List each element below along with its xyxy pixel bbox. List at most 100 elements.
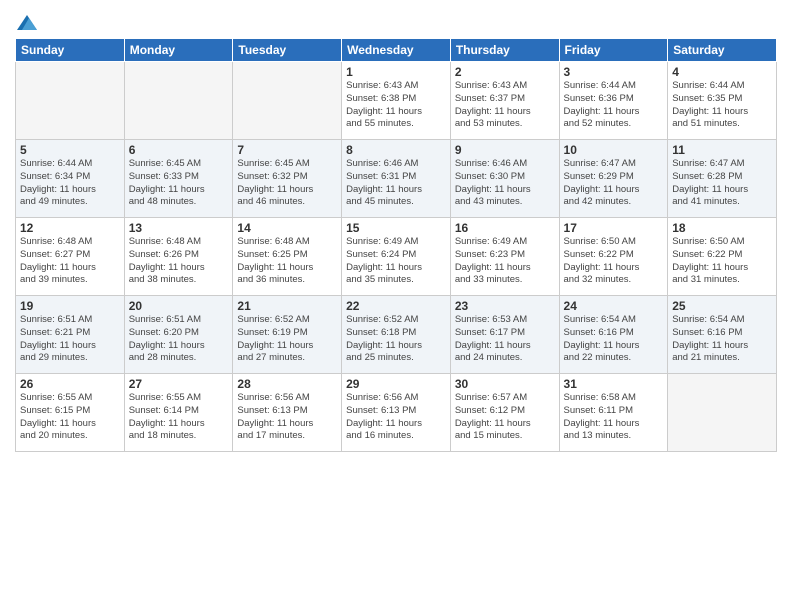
calendar-week-row: 19Sunrise: 6:51 AMSunset: 6:21 PMDayligh… [16,296,777,374]
calendar-cell: 30Sunrise: 6:57 AMSunset: 6:12 PMDayligh… [450,374,559,452]
day-info: Sunrise: 6:48 AMSunset: 6:25 PMDaylight:… [237,236,337,287]
day-info: Sunrise: 6:57 AMSunset: 6:12 PMDaylight:… [455,392,555,443]
day-number: 15 [346,221,446,235]
calendar-cell [233,62,342,140]
day-number: 19 [20,299,120,313]
day-number: 14 [237,221,337,235]
weekday-header-saturday: Saturday [668,39,777,62]
day-info: Sunrise: 6:48 AMSunset: 6:26 PMDaylight:… [129,236,229,287]
day-info: Sunrise: 6:55 AMSunset: 6:15 PMDaylight:… [20,392,120,443]
day-info: Sunrise: 6:43 AMSunset: 6:38 PMDaylight:… [346,80,446,131]
calendar-week-row: 12Sunrise: 6:48 AMSunset: 6:27 PMDayligh… [16,218,777,296]
day-number: 22 [346,299,446,313]
day-info: Sunrise: 6:56 AMSunset: 6:13 PMDaylight:… [346,392,446,443]
day-info: Sunrise: 6:48 AMSunset: 6:27 PMDaylight:… [20,236,120,287]
day-number: 24 [564,299,664,313]
calendar-cell: 12Sunrise: 6:48 AMSunset: 6:27 PMDayligh… [16,218,125,296]
day-number: 17 [564,221,664,235]
calendar-cell: 20Sunrise: 6:51 AMSunset: 6:20 PMDayligh… [124,296,233,374]
day-info: Sunrise: 6:56 AMSunset: 6:13 PMDaylight:… [237,392,337,443]
day-info: Sunrise: 6:47 AMSunset: 6:29 PMDaylight:… [564,158,664,209]
day-info: Sunrise: 6:49 AMSunset: 6:23 PMDaylight:… [455,236,555,287]
day-info: Sunrise: 6:53 AMSunset: 6:17 PMDaylight:… [455,314,555,365]
logo [15,10,37,30]
weekday-header-wednesday: Wednesday [342,39,451,62]
calendar-table: SundayMondayTuesdayWednesdayThursdayFrid… [15,38,777,452]
day-number: 8 [346,143,446,157]
weekday-header-monday: Monday [124,39,233,62]
day-info: Sunrise: 6:46 AMSunset: 6:30 PMDaylight:… [455,158,555,209]
day-number: 3 [564,65,664,79]
day-info: Sunrise: 6:47 AMSunset: 6:28 PMDaylight:… [672,158,772,209]
day-number: 4 [672,65,772,79]
day-info: Sunrise: 6:44 AMSunset: 6:36 PMDaylight:… [564,80,664,131]
day-info: Sunrise: 6:52 AMSunset: 6:19 PMDaylight:… [237,314,337,365]
calendar-cell [668,374,777,452]
calendar-cell: 24Sunrise: 6:54 AMSunset: 6:16 PMDayligh… [559,296,668,374]
day-info: Sunrise: 6:44 AMSunset: 6:34 PMDaylight:… [20,158,120,209]
calendar-week-row: 26Sunrise: 6:55 AMSunset: 6:15 PMDayligh… [16,374,777,452]
calendar-header [15,10,777,30]
weekday-header-sunday: Sunday [16,39,125,62]
day-number: 25 [672,299,772,313]
day-info: Sunrise: 6:52 AMSunset: 6:18 PMDaylight:… [346,314,446,365]
day-number: 27 [129,377,229,391]
calendar-cell: 11Sunrise: 6:47 AMSunset: 6:28 PMDayligh… [668,140,777,218]
day-info: Sunrise: 6:55 AMSunset: 6:14 PMDaylight:… [129,392,229,443]
calendar-cell: 1Sunrise: 6:43 AMSunset: 6:38 PMDaylight… [342,62,451,140]
day-info: Sunrise: 6:54 AMSunset: 6:16 PMDaylight:… [564,314,664,365]
calendar-cell: 26Sunrise: 6:55 AMSunset: 6:15 PMDayligh… [16,374,125,452]
calendar-cell: 14Sunrise: 6:48 AMSunset: 6:25 PMDayligh… [233,218,342,296]
calendar-cell: 23Sunrise: 6:53 AMSunset: 6:17 PMDayligh… [450,296,559,374]
day-number: 6 [129,143,229,157]
day-info: Sunrise: 6:50 AMSunset: 6:22 PMDaylight:… [672,236,772,287]
day-number: 12 [20,221,120,235]
calendar-cell [16,62,125,140]
calendar-cell: 18Sunrise: 6:50 AMSunset: 6:22 PMDayligh… [668,218,777,296]
day-number: 7 [237,143,337,157]
day-number: 9 [455,143,555,157]
day-info: Sunrise: 6:45 AMSunset: 6:33 PMDaylight:… [129,158,229,209]
calendar-cell: 27Sunrise: 6:55 AMSunset: 6:14 PMDayligh… [124,374,233,452]
calendar-cell: 19Sunrise: 6:51 AMSunset: 6:21 PMDayligh… [16,296,125,374]
day-number: 23 [455,299,555,313]
calendar-cell: 8Sunrise: 6:46 AMSunset: 6:31 PMDaylight… [342,140,451,218]
calendar-cell: 17Sunrise: 6:50 AMSunset: 6:22 PMDayligh… [559,218,668,296]
calendar-cell: 21Sunrise: 6:52 AMSunset: 6:19 PMDayligh… [233,296,342,374]
day-info: Sunrise: 6:51 AMSunset: 6:21 PMDaylight:… [20,314,120,365]
day-info: Sunrise: 6:44 AMSunset: 6:35 PMDaylight:… [672,80,772,131]
day-info: Sunrise: 6:43 AMSunset: 6:37 PMDaylight:… [455,80,555,131]
day-number: 26 [20,377,120,391]
calendar-cell: 4Sunrise: 6:44 AMSunset: 6:35 PMDaylight… [668,62,777,140]
day-number: 21 [237,299,337,313]
calendar-cell: 6Sunrise: 6:45 AMSunset: 6:33 PMDaylight… [124,140,233,218]
day-number: 28 [237,377,337,391]
day-number: 2 [455,65,555,79]
calendar-cell: 9Sunrise: 6:46 AMSunset: 6:30 PMDaylight… [450,140,559,218]
calendar-cell: 31Sunrise: 6:58 AMSunset: 6:11 PMDayligh… [559,374,668,452]
calendar-cell: 16Sunrise: 6:49 AMSunset: 6:23 PMDayligh… [450,218,559,296]
day-info: Sunrise: 6:46 AMSunset: 6:31 PMDaylight:… [346,158,446,209]
day-number: 20 [129,299,229,313]
day-info: Sunrise: 6:58 AMSunset: 6:11 PMDaylight:… [564,392,664,443]
weekday-header-tuesday: Tuesday [233,39,342,62]
day-number: 5 [20,143,120,157]
day-number: 13 [129,221,229,235]
calendar-cell: 29Sunrise: 6:56 AMSunset: 6:13 PMDayligh… [342,374,451,452]
day-number: 11 [672,143,772,157]
day-number: 31 [564,377,664,391]
weekday-header-row: SundayMondayTuesdayWednesdayThursdayFrid… [16,39,777,62]
day-number: 29 [346,377,446,391]
calendar-cell: 2Sunrise: 6:43 AMSunset: 6:37 PMDaylight… [450,62,559,140]
calendar-cell: 15Sunrise: 6:49 AMSunset: 6:24 PMDayligh… [342,218,451,296]
day-info: Sunrise: 6:51 AMSunset: 6:20 PMDaylight:… [129,314,229,365]
day-number: 18 [672,221,772,235]
day-info: Sunrise: 6:49 AMSunset: 6:24 PMDaylight:… [346,236,446,287]
calendar-cell [124,62,233,140]
day-number: 30 [455,377,555,391]
calendar-cell: 10Sunrise: 6:47 AMSunset: 6:29 PMDayligh… [559,140,668,218]
calendar-cell: 5Sunrise: 6:44 AMSunset: 6:34 PMDaylight… [16,140,125,218]
weekday-header-friday: Friday [559,39,668,62]
day-info: Sunrise: 6:50 AMSunset: 6:22 PMDaylight:… [564,236,664,287]
day-number: 16 [455,221,555,235]
